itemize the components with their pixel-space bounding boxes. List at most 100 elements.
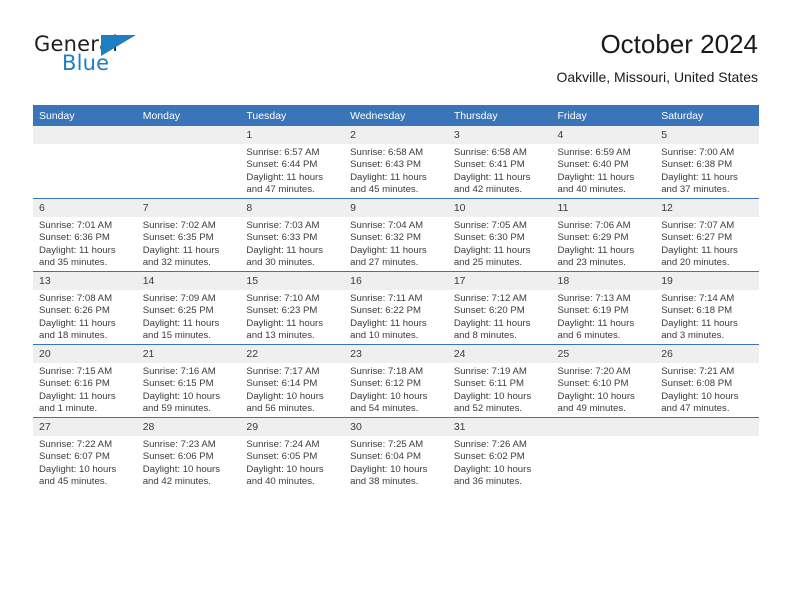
calendar-day-cell[interactable]: 20 Sunrise: 7:15 AM Sunset: 6:16 PM Dayligh… <box>33 344 137 418</box>
day-number: 6 <box>33 199 137 217</box>
weekday-header-monday: Monday <box>136 105 241 126</box>
day-details: Sunrise: 7:15 AM Sunset: 6:16 PM Daylight:… <box>33 363 137 416</box>
calendar-day-cell[interactable]: 17 Sunrise: 7:12 AM Sunset: 6:20 PM Dayligh… <box>447 271 552 345</box>
daylight-duration: Daylight: 10 hours and 38 minutes. <box>350 463 428 488</box>
day-details: Sunrise: 7:25 AM Sunset: 6:04 PM Daylight:… <box>344 436 448 489</box>
daylight-duration: Daylight: 11 hours and 45 minutes. <box>350 171 427 196</box>
calendar-day-cell[interactable]: 11 Sunrise: 7:06 AM Sunset: 6:29 PM Dayligh… <box>551 198 656 272</box>
calendar-day-cell[interactable]: 7 Sunrise: 7:02 AM Sunset: 6:35 PM Daylight… <box>136 198 241 272</box>
day-details: Sunrise: 7:02 AM Sunset: 6:35 PM Daylight:… <box>137 217 241 270</box>
sunrise-time: Sunrise: 7:17 AM <box>246 366 320 377</box>
calendar-day-cell[interactable]: 15 Sunrise: 7:10 AM Sunset: 6:23 PM Dayligh… <box>240 271 345 345</box>
calendar-day-cell[interactable]: 22 Sunrise: 7:17 AM Sunset: 6:14 PM Dayligh… <box>240 344 345 418</box>
day-number: 3 <box>447 126 552 144</box>
calendar-day-cell[interactable]: 9 Sunrise: 7:04 AM Sunset: 6:32 PM Daylight… <box>344 198 448 272</box>
day-number: 31 <box>447 418 552 436</box>
calendar-day-cell[interactable]: 10 Sunrise: 7:05 AM Sunset: 6:30 PM Dayligh… <box>447 198 552 272</box>
calendar-day-cell[interactable]: 6 Sunrise: 7:01 AM Sunset: 6:36 PM Daylight… <box>33 198 137 272</box>
day-number: 21 <box>136 345 241 363</box>
sunrise-time: Sunrise: 7:04 AM <box>350 220 424 231</box>
calendar-day-cell[interactable]: 25 Sunrise: 7:20 AM Sunset: 6:10 PM Dayligh… <box>551 344 656 418</box>
day-number <box>655 418 759 436</box>
daylight-duration: Daylight: 10 hours and 59 minutes. <box>142 390 221 415</box>
calendar-week-row: 20 Sunrise: 7:15 AM Sunset: 6:16 PM Dayligh… <box>33 344 759 418</box>
daylight-duration: Daylight: 10 hours and 49 minutes. <box>557 390 635 415</box>
calendar-day-cell[interactable]: 27 Sunrise: 7:22 AM Sunset: 6:07 PM Dayligh… <box>33 417 137 490</box>
calendar-day-cell[interactable]: 1 Sunrise: 6:57 AM Sunset: 6:44 PM Daylight… <box>240 126 345 199</box>
calendar-day-cell[interactable]: 24 Sunrise: 7:19 AM Sunset: 6:11 PM Dayligh… <box>447 344 552 418</box>
sunset-time: Sunset: 6:16 PM <box>39 378 110 390</box>
day-details: Sunrise: 7:19 AM Sunset: 6:11 PM Daylight:… <box>448 363 552 416</box>
sunset-time: Sunset: 6:05 PM <box>246 451 318 463</box>
calendar-day-cell[interactable]: 13 Sunrise: 7:08 AM Sunset: 6:26 PM Dayligh… <box>33 271 137 345</box>
sunrise-time: Sunrise: 7:09 AM <box>142 293 216 304</box>
calendar-day-cell-empty <box>551 417 656 490</box>
page-header: General Blue October 2024 Oakville, Miss… <box>34 28 758 98</box>
sunrise-time: Sunrise: 7:19 AM <box>453 366 527 377</box>
weekday-header-friday: Friday <box>551 105 656 126</box>
day-details: Sunrise: 6:59 AM Sunset: 6:40 PM Daylight:… <box>552 144 656 197</box>
day-details: Sunrise: 7:07 AM Sunset: 6:27 PM Daylight:… <box>655 217 759 270</box>
day-details: Sunrise: 7:13 AM Sunset: 6:19 PM Daylight:… <box>552 290 656 343</box>
sunset-time: Sunset: 6:32 PM <box>350 232 422 244</box>
daylight-duration: Daylight: 11 hours and 6 minutes. <box>557 317 635 342</box>
daylight-duration: Daylight: 11 hours and 30 minutes. <box>246 244 324 269</box>
sunset-time: Sunset: 6:02 PM <box>453 451 525 463</box>
sunset-time: Sunset: 6:14 PM <box>246 378 318 390</box>
sunrise-time: Sunrise: 7:13 AM <box>557 293 631 304</box>
calendar-day-cell[interactable]: 2 Sunrise: 6:58 AM Sunset: 6:43 PM Daylight… <box>344 126 448 199</box>
calendar-day-cell[interactable]: 31 Sunrise: 7:26 AM Sunset: 6:02 PM Dayligh… <box>447 417 552 490</box>
brand-name-blue: Blue <box>62 51 110 75</box>
sunset-time: Sunset: 6:27 PM <box>661 232 733 244</box>
day-number: 27 <box>33 418 137 436</box>
calendar-day-cell[interactable]: 4 Sunrise: 6:59 AM Sunset: 6:40 PM Daylight… <box>551 126 656 199</box>
calendar-day-cell[interactable]: 8 Sunrise: 7:03 AM Sunset: 6:33 PM Daylight… <box>240 198 345 272</box>
calendar-day-cell[interactable]: 5 Sunrise: 7:00 AM Sunset: 6:38 PM Daylight… <box>655 126 759 199</box>
calendar-day-cell[interactable]: 3 Sunrise: 6:58 AM Sunset: 6:41 PM Daylight… <box>447 126 552 199</box>
calendar-day-cell[interactable]: 19 Sunrise: 7:14 AM Sunset: 6:18 PM Dayligh… <box>655 271 759 345</box>
brand-logo[interactable]: General Blue <box>34 32 234 88</box>
day-details: Sunrise: 7:18 AM Sunset: 6:12 PM Daylight:… <box>344 363 448 416</box>
day-number: 17 <box>447 272 552 290</box>
calendar-day-cell-empty <box>136 126 241 199</box>
day-number: 11 <box>551 199 656 217</box>
sunset-time: Sunset: 6:20 PM <box>453 305 525 317</box>
weekday-header-thursday: Thursday <box>447 105 552 126</box>
calendar-day-cell[interactable]: 14 Sunrise: 7:09 AM Sunset: 6:25 PM Dayligh… <box>136 271 241 345</box>
daylight-duration: Daylight: 10 hours and 42 minutes. <box>142 463 221 488</box>
sunset-time: Sunset: 6:38 PM <box>661 159 733 171</box>
calendar-day-cell[interactable]: 12 Sunrise: 7:07 AM Sunset: 6:27 PM Dayligh… <box>655 198 759 272</box>
day-number: 10 <box>447 199 552 217</box>
sunrise-time: Sunrise: 7:06 AM <box>557 220 631 231</box>
day-details: Sunrise: 7:16 AM Sunset: 6:15 PM Daylight:… <box>137 363 241 416</box>
daylight-duration: Daylight: 11 hours and 10 minutes. <box>350 317 427 342</box>
day-details: Sunrise: 7:23 AM Sunset: 6:06 PM Daylight:… <box>137 436 241 489</box>
daylight-duration: Daylight: 10 hours and 52 minutes. <box>453 390 532 415</box>
calendar-day-cell[interactable]: 28 Sunrise: 7:23 AM Sunset: 6:06 PM Dayligh… <box>136 417 241 490</box>
sunset-time: Sunset: 6:06 PM <box>142 451 214 463</box>
sunset-time: Sunset: 6:35 PM <box>142 232 214 244</box>
calendar-day-cell[interactable]: 30 Sunrise: 7:25 AM Sunset: 6:04 PM Dayligh… <box>344 417 448 490</box>
day-number: 29 <box>240 418 345 436</box>
calendar-day-cell[interactable]: 16 Sunrise: 7:11 AM Sunset: 6:22 PM Dayligh… <box>344 271 448 345</box>
sunrise-time: Sunrise: 7:18 AM <box>350 366 424 377</box>
sunrise-time: Sunrise: 7:00 AM <box>661 147 735 158</box>
sunrise-time: Sunrise: 7:11 AM <box>350 293 423 304</box>
sunset-time: Sunset: 6:19 PM <box>557 305 629 317</box>
day-details: Sunrise: 7:20 AM Sunset: 6:10 PM Daylight:… <box>552 363 656 416</box>
daylight-duration: Daylight: 11 hours and 20 minutes. <box>661 244 738 269</box>
day-details: Sunrise: 7:12 AM Sunset: 6:20 PM Daylight:… <box>448 290 552 343</box>
day-details: Sunrise: 6:58 AM Sunset: 6:43 PM Daylight:… <box>344 144 448 197</box>
calendar-day-cell[interactable]: 18 Sunrise: 7:13 AM Sunset: 6:19 PM Dayligh… <box>551 271 656 345</box>
day-number: 23 <box>344 345 448 363</box>
sunset-time: Sunset: 6:43 PM <box>350 159 422 171</box>
sunrise-time: Sunrise: 6:57 AM <box>246 147 320 158</box>
daylight-duration: Daylight: 11 hours and 40 minutes. <box>557 171 635 196</box>
calendar-day-cell[interactable]: 23 Sunrise: 7:18 AM Sunset: 6:12 PM Dayligh… <box>344 344 448 418</box>
sunset-time: Sunset: 6:10 PM <box>557 378 629 390</box>
calendar-day-cell[interactable]: 29 Sunrise: 7:24 AM Sunset: 6:05 PM Dayligh… <box>240 417 345 490</box>
sunset-time: Sunset: 6:40 PM <box>557 159 629 171</box>
day-details: Sunrise: 7:21 AM Sunset: 6:08 PM Daylight:… <box>655 363 759 416</box>
calendar-day-cell[interactable]: 26 Sunrise: 7:21 AM Sunset: 6:08 PM Dayligh… <box>655 344 759 418</box>
calendar-day-cell[interactable]: 21 Sunrise: 7:16 AM Sunset: 6:15 PM Dayligh… <box>136 344 241 418</box>
